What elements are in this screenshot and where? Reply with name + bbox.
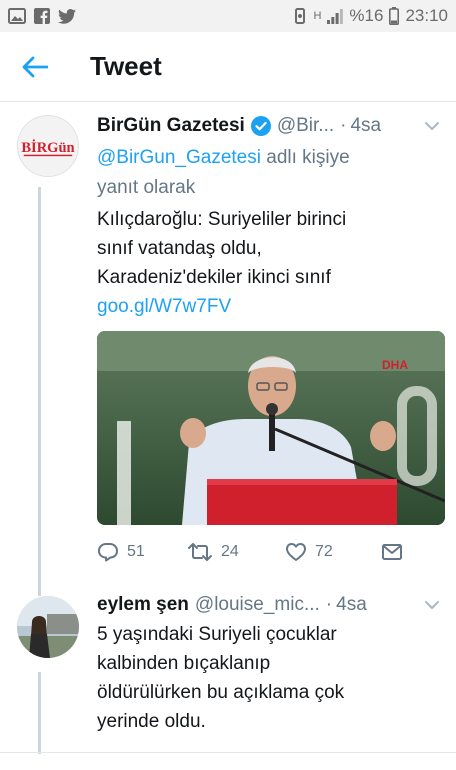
tweet-actions: 51 24 72	[97, 539, 446, 565]
silent-mode-icon	[293, 8, 307, 24]
user-photo	[17, 596, 79, 658]
tweet-text-line: Karadeniz'dekiler ikinci sınıf	[97, 267, 331, 288]
tweet-text-line: Kılıçdaroğlu: Suriyeliler birinci	[97, 209, 347, 230]
reply-to-line2: yanıt olarak	[97, 177, 196, 198]
signal-icon	[327, 8, 344, 24]
network-type: H	[313, 10, 322, 22]
like-count: 72	[315, 543, 333, 560]
status-bar: H %16 23:10	[0, 0, 456, 32]
separator: ·	[340, 115, 347, 136]
avatar[interactable]: BİRGün	[17, 115, 79, 177]
thread-line-top	[38, 590, 41, 596]
twitter-icon	[58, 8, 76, 24]
tweet-text-line: yerinde oldu.	[97, 711, 206, 732]
tweet-link[interactable]: goo.gl/W7w7FV	[97, 292, 446, 321]
speaker-photo: DHA	[97, 331, 445, 525]
status-bar-right: H %16 23:10	[293, 6, 448, 26]
media-watermark: DHA	[382, 358, 408, 372]
tweet-text: Kılıçdaroğlu: Suriyeliler birinci sınıf …	[97, 205, 446, 292]
chevron-down-icon[interactable]	[424, 121, 440, 131]
author-handle[interactable]: @louise_mic...	[195, 594, 320, 616]
tweet-eylem-sen[interactable]: eylem şen @louise_mic... · 4sa 5 yaşında…	[0, 590, 456, 770]
reply-icon	[97, 542, 119, 562]
verified-badge-icon	[250, 116, 271, 136]
reply-context: @BirGun_Gazetesi adlı kişiye yanıt olara…	[97, 143, 446, 203]
arrow-left-icon	[22, 56, 48, 78]
thread-line	[38, 187, 41, 590]
tweet-text: 5 yaşındaki Suriyeli çocuklar kalbinden …	[97, 620, 446, 736]
avatar[interactable]	[17, 596, 79, 658]
envelope-icon	[381, 543, 403, 561]
tweet-header: BirGün Gazetesi @Bir... · 4sa	[97, 113, 446, 139]
clock: 23:10	[405, 6, 448, 25]
separator: ·	[325, 594, 333, 615]
chevron-down-icon[interactable]	[424, 600, 440, 610]
author-name[interactable]: BirGün Gazetesi	[97, 115, 245, 137]
tweet-header: eylem şen @louise_mic... · 4sa	[97, 592, 446, 618]
svg-text:BİRGün: BİRGün	[21, 139, 74, 156]
birgun-logo: BİRGün	[18, 116, 78, 176]
tweet-timestamp: 4sa	[336, 594, 367, 615]
thread-line	[38, 672, 41, 754]
tweet-text-line: 5 yaşındaki Suriyeli çocuklar	[97, 624, 337, 645]
reply-to-mention[interactable]: @BirGun_Gazetesi	[97, 147, 261, 168]
tweet-text-line: öldürülürken bu açıklama çok	[97, 682, 345, 703]
retweet-count: 24	[221, 543, 239, 560]
retweet-icon	[187, 542, 213, 562]
gallery-icon	[8, 8, 26, 24]
back-button[interactable]	[0, 32, 70, 102]
reply-count: 51	[127, 543, 145, 560]
status-bar-left	[8, 8, 76, 24]
retweet-button[interactable]: 24	[187, 542, 285, 562]
like-button[interactable]: 72	[285, 542, 381, 562]
tweet-text-line: sınıf vatandaş oldu,	[97, 238, 262, 259]
page-title: Tweet	[90, 51, 162, 81]
reply-button[interactable]: 51	[97, 542, 187, 562]
tweet-birgun[interactable]: BİRGün BirGün Gazetesi @Bir... · 4sa @Bi…	[0, 103, 456, 590]
tweet-media-image[interactable]: DHA	[97, 331, 445, 525]
divider	[0, 752, 456, 753]
top-app-bar: Tweet	[0, 32, 456, 102]
heart-icon	[285, 542, 307, 562]
tweet-timestamp: 4sa	[350, 115, 382, 136]
facebook-icon	[34, 8, 50, 24]
author-handle[interactable]: @Bir...	[277, 115, 334, 137]
battery-percent: %16	[349, 6, 384, 25]
battery-icon	[389, 7, 400, 25]
tweet-text-line: kalbinden bıçaklanıp	[97, 653, 271, 674]
author-name[interactable]: eylem şen	[97, 594, 189, 616]
direct-message-button[interactable]	[381, 543, 403, 561]
reply-to-suffix: adlı kişiye	[266, 147, 350, 168]
